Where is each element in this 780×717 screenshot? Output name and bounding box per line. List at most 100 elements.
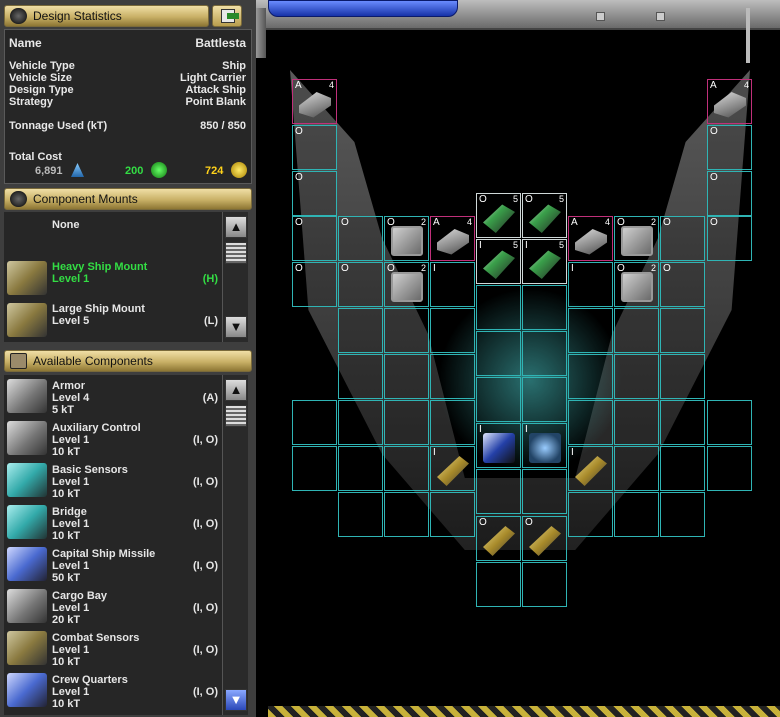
component-slot[interactable]: O — [292, 171, 337, 216]
empty-slot[interactable] — [338, 492, 383, 537]
empty-slot[interactable] — [476, 469, 521, 514]
component-slot[interactable]: O — [292, 216, 337, 261]
component-slot[interactable]: O — [338, 262, 383, 307]
export-button[interactable] — [212, 5, 242, 27]
empty-slot[interactable] — [568, 308, 613, 353]
empty-slot[interactable] — [522, 469, 567, 514]
scroll-down-icon[interactable]: ▼ — [225, 689, 247, 711]
mounts-scrollbar[interactable]: ▲ ▼ — [222, 212, 248, 342]
empty-slot[interactable] — [338, 308, 383, 353]
empty-slot[interactable] — [476, 331, 521, 376]
component-slot[interactable]: I — [522, 423, 567, 468]
empty-slot[interactable] — [522, 562, 567, 607]
empty-slot[interactable] — [430, 400, 475, 445]
components-scrollbar[interactable]: ▲ ▼ — [222, 375, 248, 715]
empty-slot[interactable] — [614, 308, 659, 353]
scroll-up-icon[interactable]: ▲ — [225, 379, 247, 401]
empty-slot[interactable] — [430, 308, 475, 353]
empty-slot[interactable] — [568, 354, 613, 399]
empty-slot[interactable] — [384, 446, 429, 491]
empty-slot[interactable] — [338, 354, 383, 399]
empty-slot[interactable] — [476, 285, 521, 330]
empty-slot[interactable] — [707, 400, 752, 445]
component-slot[interactable]: A4 — [707, 79, 752, 124]
empty-slot[interactable] — [614, 400, 659, 445]
empty-slot[interactable] — [522, 285, 567, 330]
component-slot[interactable]: O — [707, 171, 752, 216]
component-slot[interactable]: A4 — [430, 216, 475, 261]
component-slot[interactable]: O2 — [614, 262, 659, 307]
component-slot[interactable]: I5 — [476, 239, 521, 284]
component-slot[interactable]: O5 — [522, 193, 567, 238]
component-slot[interactable]: I — [430, 446, 475, 491]
empty-slot[interactable] — [430, 492, 475, 537]
empty-slot[interactable] — [476, 562, 521, 607]
empty-slot[interactable] — [660, 492, 705, 537]
component-slot[interactable]: I — [568, 262, 613, 307]
empty-slot[interactable] — [660, 446, 705, 491]
empty-slot[interactable] — [522, 331, 567, 376]
component-item-armor[interactable]: Armor Level 4 5 kT (A) — [4, 375, 222, 417]
empty-slot[interactable] — [384, 354, 429, 399]
empty-slot[interactable] — [384, 400, 429, 445]
empty-slot[interactable] — [660, 308, 705, 353]
component-item-auxiliary-control[interactable]: Auxiliary Control Level 1 10 kT (I, O) — [4, 417, 222, 459]
component-slot[interactable]: I5 — [522, 239, 567, 284]
empty-slot[interactable] — [568, 492, 613, 537]
component-slot[interactable]: O — [707, 125, 752, 170]
component-slot[interactable]: O2 — [614, 216, 659, 261]
empty-slot[interactable] — [338, 446, 383, 491]
empty-slot[interactable] — [614, 446, 659, 491]
armor-component-icon — [437, 229, 469, 255]
empty-slot[interactable] — [338, 400, 383, 445]
scroll-thumb[interactable] — [225, 405, 247, 427]
scroll-thumb[interactable] — [225, 242, 247, 264]
component-slot[interactable]: A4 — [292, 79, 337, 124]
component-slot[interactable]: A4 — [568, 216, 613, 261]
component-slot[interactable]: O — [292, 125, 337, 170]
empty-slot[interactable] — [660, 354, 705, 399]
component-slot[interactable]: O — [660, 262, 705, 307]
component-slot[interactable]: O — [476, 516, 521, 561]
component-slot[interactable]: O — [522, 516, 567, 561]
component-slot[interactable]: O — [660, 216, 705, 261]
component-slot[interactable]: I — [476, 423, 521, 468]
name-value[interactable]: Battlesta — [195, 37, 246, 49]
component-slot[interactable]: O5 — [476, 193, 521, 238]
empty-slot[interactable] — [384, 308, 429, 353]
component-item-basic-sensors[interactable]: Basic Sensors Level 1 10 kT (I, O) — [4, 459, 222, 501]
component-slot[interactable]: O — [338, 216, 383, 261]
component-slot[interactable]: I — [568, 446, 613, 491]
component-item-combat-sensors[interactable]: Combat Sensors Level 1 10 kT (I, O) — [4, 627, 222, 669]
scroll-down-icon[interactable]: ▼ — [225, 316, 247, 338]
empty-slot[interactable] — [707, 446, 752, 491]
window-button[interactable] — [656, 12, 665, 21]
component-item-bridge[interactable]: Bridge Level 1 10 kT (I, O) — [4, 501, 222, 543]
component-slot[interactable]: O — [707, 216, 752, 261]
empty-slot[interactable] — [660, 400, 705, 445]
empty-slot[interactable] — [430, 354, 475, 399]
component-item-cargo-bay[interactable]: Cargo Bay Level 1 20 kT (I, O) — [4, 585, 222, 627]
component-slot[interactable]: O — [292, 262, 337, 307]
mount-item-large-ship-mount[interactable]: Large Ship Mount Level 5 (L) — [4, 299, 222, 341]
heavy-mount-image — [7, 261, 47, 295]
component-slot[interactable]: O2 — [384, 216, 429, 261]
scroll-up-icon[interactable]: ▲ — [225, 216, 247, 238]
design-statistics-header: Design Statistics — [4, 5, 209, 27]
component-item-crew-quarters[interactable]: Crew Quarters Level 1 10 kT (I, O) — [4, 669, 222, 711]
component-slot[interactable]: I — [430, 262, 475, 307]
empty-slot[interactable] — [476, 377, 521, 422]
empty-slot[interactable] — [384, 492, 429, 537]
component-item-capital-ship-missile[interactable]: Capital Ship Missile Level 1 50 kT (I, O… — [4, 543, 222, 585]
mount-item-none[interactable]: None — [4, 212, 222, 254]
empty-slot[interactable] — [292, 400, 337, 445]
empty-slot[interactable] — [568, 400, 613, 445]
empty-slot[interactable] — [614, 492, 659, 537]
window-button[interactable] — [596, 12, 605, 21]
component-slot[interactable]: O2 — [384, 262, 429, 307]
empty-slot[interactable] — [292, 446, 337, 491]
mount-item-heavy-ship-mount[interactable]: Heavy Ship Mount Level 1 (H) — [4, 257, 222, 299]
empty-slot[interactable] — [614, 354, 659, 399]
mount-tag: (H) — [202, 273, 218, 285]
empty-slot[interactable] — [522, 377, 567, 422]
